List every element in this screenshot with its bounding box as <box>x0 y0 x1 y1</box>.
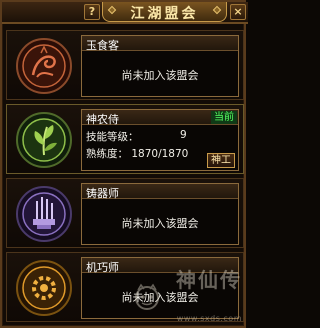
title-bar: ? 江湖盟会 × <box>2 2 248 24</box>
mascot-icon <box>135 283 159 310</box>
watermark-brand: 神仙传 <box>176 268 242 292</box>
guild-name-bar: 玉食客 <box>82 36 238 52</box>
skill-level-row: 技能等级： 9 <box>86 129 187 144</box>
join-status: 尚未加入该盟会 <box>121 69 199 82</box>
proficiency-value: 1870/1870 <box>131 148 189 160</box>
guild-name-bar: 神农侍 当前 <box>82 110 238 126</box>
shengong-button[interactable]: 神工 <box>207 153 235 168</box>
guild-name: 机巧师 <box>86 261 119 274</box>
forge-emblem-icon <box>13 183 75 245</box>
skill-level-value: 9 <box>180 129 187 141</box>
guild-card-zhuqishi[interactable]: 铸器师 尚未加入该盟会 <box>6 178 244 248</box>
guild-name-bar: 铸器师 <box>82 184 238 200</box>
guild-info-box: 玉食客 尚未加入该盟会 <box>81 35 239 97</box>
guild-info-box: 神农侍 当前 技能等级： 9 熟练度： 1870/1870 神工 <box>81 109 239 171</box>
current-badge: 当前 <box>211 111 237 124</box>
proficiency-label: 熟练度： <box>86 148 128 160</box>
dragon-emblem-icon <box>13 35 75 97</box>
guild-window: ? 江湖盟会 × 玉食客 尚未加入该盟会 神农侍 当前 技能等级： 9 熟练度：… <box>0 0 248 328</box>
guild-name: 铸器师 <box>86 187 119 200</box>
proficiency-row: 熟练度： 1870/1870 <box>86 146 188 161</box>
site-watermark: 神仙传 www.sxds.com <box>130 260 246 328</box>
gear-emblem-icon <box>13 257 75 319</box>
guild-card-yushike[interactable]: 玉食客 尚未加入该盟会 <box>6 30 244 100</box>
herb-emblem-icon <box>13 109 75 171</box>
close-button[interactable]: × <box>230 4 246 20</box>
window-title: 江湖盟会 <box>130 6 199 22</box>
title-plate: 江湖盟会 <box>102 2 227 22</box>
join-status: 尚未加入该盟会 <box>121 217 199 230</box>
guild-name: 神农侍 <box>86 113 119 126</box>
guild-card-shennongshi[interactable]: 神农侍 当前 技能等级： 9 熟练度： 1870/1870 神工 <box>6 104 244 174</box>
help-button[interactable]: ? <box>84 4 100 20</box>
guild-name: 玉食客 <box>86 39 119 52</box>
guild-info-box: 铸器师 尚未加入该盟会 <box>81 183 239 245</box>
skill-level-label: 技能等级： <box>86 131 139 143</box>
watermark-url: www.sxds.com <box>176 314 242 323</box>
